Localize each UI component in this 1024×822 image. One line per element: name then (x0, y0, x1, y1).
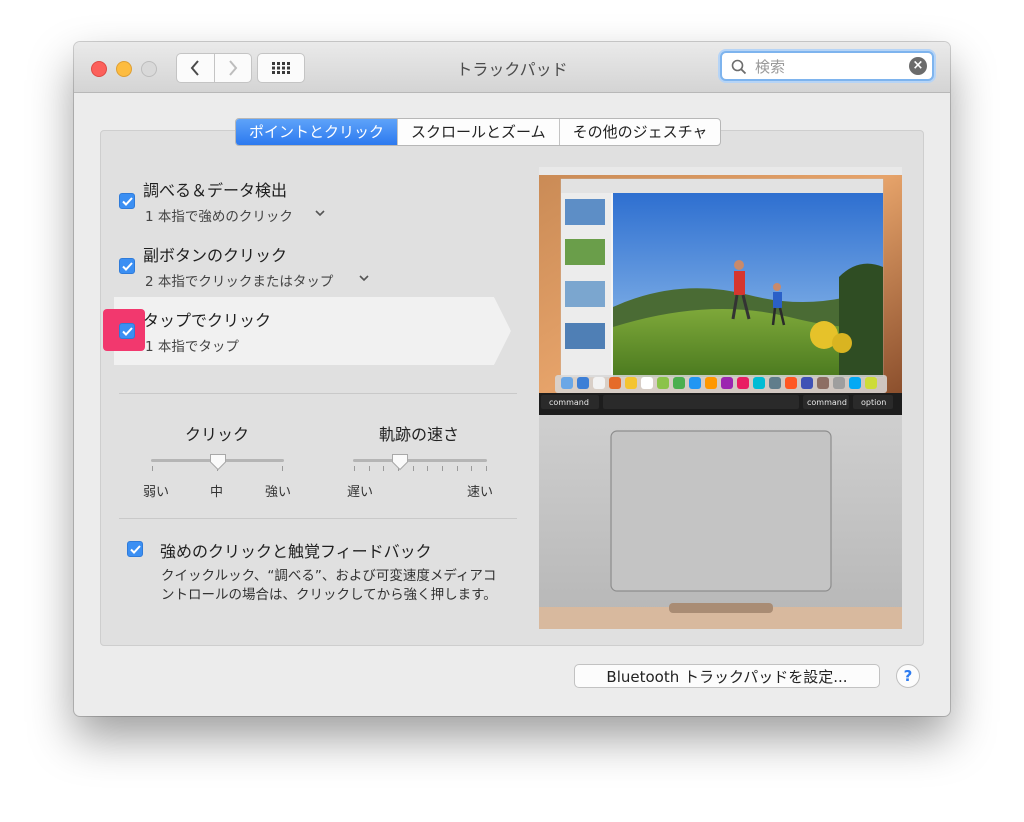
force-click-checkbox[interactable] (127, 541, 143, 557)
slider-tick (486, 466, 487, 471)
checkmark-icon (129, 544, 141, 554)
key-label-command: command (807, 398, 847, 407)
settings-panel: 調べる＆データ検出 1 本指で強めのクリック 副ボタンのクリック 2 本指でクリ… (100, 130, 924, 646)
chevron-down-icon[interactable] (315, 210, 325, 217)
dock-app-icon (609, 377, 621, 389)
speed-max-label: 速い (467, 485, 494, 500)
tab-more-gestures[interactable]: その他のジェスチャ (558, 119, 721, 145)
search-input[interactable] (753, 56, 907, 78)
dock-app-icon (577, 377, 589, 389)
slider-tick (471, 466, 473, 471)
slider-tick (383, 466, 385, 471)
secondary-click-subtitle[interactable]: 2 本指でクリックまたはタップ (145, 270, 333, 290)
key-label-option: option (861, 398, 886, 407)
dock-app-icon (657, 377, 669, 389)
gesture-preview-video: command command option (539, 167, 902, 629)
clear-search-icon[interactable]: × (909, 57, 927, 75)
slider-tick (354, 466, 355, 471)
speed-slider-knob[interactable] (391, 453, 409, 471)
dock-app-icon (737, 377, 749, 389)
force-click-description: クイックルック、“調べる”、および可変速度メディアコントロールの場合は、クリック… (161, 568, 497, 603)
click-slider-knob[interactable] (209, 453, 227, 471)
speed-slider-track[interactable] (353, 459, 487, 462)
secondary-click-checkbox[interactable] (119, 258, 135, 274)
tap-to-click-title: タップでクリック (143, 311, 272, 330)
dock-app-icon (705, 377, 717, 389)
dock-app-icon (721, 377, 733, 389)
dock-app-icon (625, 377, 637, 389)
click-max-label: 強い (265, 485, 292, 500)
slider-tick (282, 466, 283, 471)
dock-app-icon (593, 377, 605, 389)
slider-tick (412, 466, 414, 471)
tab-scroll-and-zoom[interactable]: スクロールとズーム (397, 119, 559, 145)
key-label-command: command (549, 398, 589, 407)
title-bar: トラックパッド × (74, 42, 950, 93)
tap-to-click-subtitle: 1 本指でタップ (145, 339, 239, 355)
speed-slider-label: 軌跡の速さ (378, 425, 459, 444)
divider (119, 518, 517, 519)
dock-app-icon (833, 377, 845, 389)
secondary-click-title: 副ボタンのクリック (143, 246, 288, 265)
speed-min-label: 遅い (347, 485, 374, 500)
dock-app-icon (785, 377, 797, 389)
tab-bar: ポイントとクリック スクロールとズーム その他のジェスチャ (235, 118, 722, 146)
preferences-window: トラックパッド × ポイントとクリック スクロールとズーム その他のジェスチャ … (74, 42, 950, 716)
dock-app-icon (817, 377, 829, 389)
force-click-title: 強めのクリックと触覚フィードバック (160, 542, 432, 561)
dock-app-icon (689, 377, 701, 389)
search-icon (731, 59, 747, 75)
setup-bluetooth-trackpad-button[interactable]: Bluetooth トラックパッドを設定... (574, 664, 880, 688)
checkmark-icon (121, 261, 133, 271)
dock-app-icon (849, 377, 861, 389)
dock-app-icon (561, 377, 573, 389)
slider-tick (368, 466, 370, 471)
lookup-checkbox[interactable] (119, 193, 135, 209)
help-button[interactable]: ? (896, 664, 920, 688)
dock-app-icon (753, 377, 765, 389)
checkmark-icon (121, 326, 133, 336)
preview-illustration: command command option (539, 167, 902, 629)
slider-tick (456, 466, 458, 471)
tab-point-and-click[interactable]: ポイントとクリック (236, 119, 398, 145)
dock-app-icon (641, 377, 653, 389)
chevron-down-icon[interactable] (359, 275, 369, 282)
slider-tick (442, 466, 443, 471)
dock-app-icon (865, 377, 877, 389)
checkmark-icon (121, 196, 133, 206)
lookup-subtitle[interactable]: 1 本指で強めのクリック (145, 205, 293, 225)
dock-app-icon (801, 377, 813, 389)
click-mid-label: 中 (210, 485, 224, 500)
lookup-title: 調べる＆データ検出 (143, 181, 288, 200)
search-field[interactable]: × (720, 51, 934, 81)
tap-to-click-checkbox[interactable] (119, 323, 135, 339)
slider-tick (152, 466, 153, 471)
dock-app-icon (673, 377, 685, 389)
click-min-label: 弱い (143, 485, 170, 500)
slider-tick (427, 466, 429, 471)
divider (119, 393, 517, 394)
dock-app-icon (769, 377, 781, 389)
click-slider-label: クリック (184, 425, 249, 444)
